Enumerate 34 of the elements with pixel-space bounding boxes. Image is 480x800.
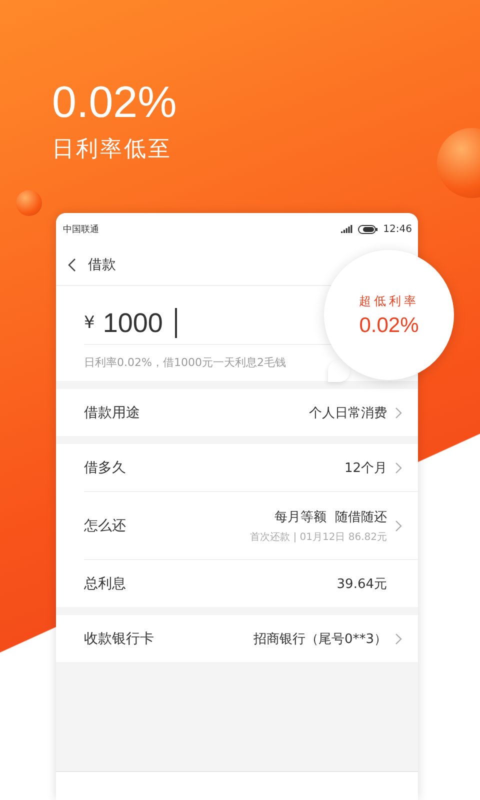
page-title: 借款: [88, 256, 116, 274]
row-label: 借多久: [84, 458, 126, 476]
bubble-rate: 0.02%: [359, 314, 419, 338]
row-value: 个人日常消费: [309, 404, 387, 422]
signal-icon: [341, 225, 354, 233]
bubble-label: 超低利率: [359, 292, 419, 310]
row-value: 招商银行（尾号0**3）: [253, 630, 387, 648]
hero-rate: 0.02%: [52, 78, 178, 128]
chevron-right-icon: [395, 462, 402, 474]
text-cursor: [174, 308, 177, 338]
row-value: 39.64元: [336, 576, 387, 592]
row-label: 收款银行卡: [84, 630, 154, 648]
carrier-name: 中国联通: [63, 224, 99, 236]
back-icon[interactable]: [68, 258, 76, 272]
row-label: 借款用途: [84, 404, 140, 422]
battery-icon: [358, 224, 378, 234]
form-row[interactable]: 借多久 12个月: [56, 444, 418, 491]
sphere-drawing: [16, 190, 42, 216]
row-value: 每月等额 随借随还: [274, 508, 387, 526]
interest-hint: 日利率0.02%，借1000元一天利息2毛钱: [84, 355, 286, 370]
chevron-right-icon: [395, 520, 402, 532]
row-subvalue: 首次还款 | 01月12日 86.82元: [250, 530, 387, 544]
row-value: 12个月: [344, 460, 387, 476]
status-time: 12:46: [383, 224, 412, 234]
hero-caption: 日利率低至: [52, 136, 173, 164]
currency-symbol: ¥: [84, 313, 95, 333]
form-row[interactable]: 怎么还 每月等额 随借随还 首次还款 | 01月12日 86.82元: [84, 492, 418, 559]
row-label: 怎么还: [84, 516, 126, 534]
form-row[interactable]: 借款用途 个人日常消费: [56, 389, 418, 436]
form-row[interactable]: 收款银行卡 招商银行（尾号0**3）: [56, 615, 418, 662]
amount-value: 1000: [102, 308, 163, 338]
row-label: 总利息: [84, 574, 126, 592]
chevron-right-icon: [395, 406, 402, 418]
chevron-right-icon: [395, 632, 402, 644]
